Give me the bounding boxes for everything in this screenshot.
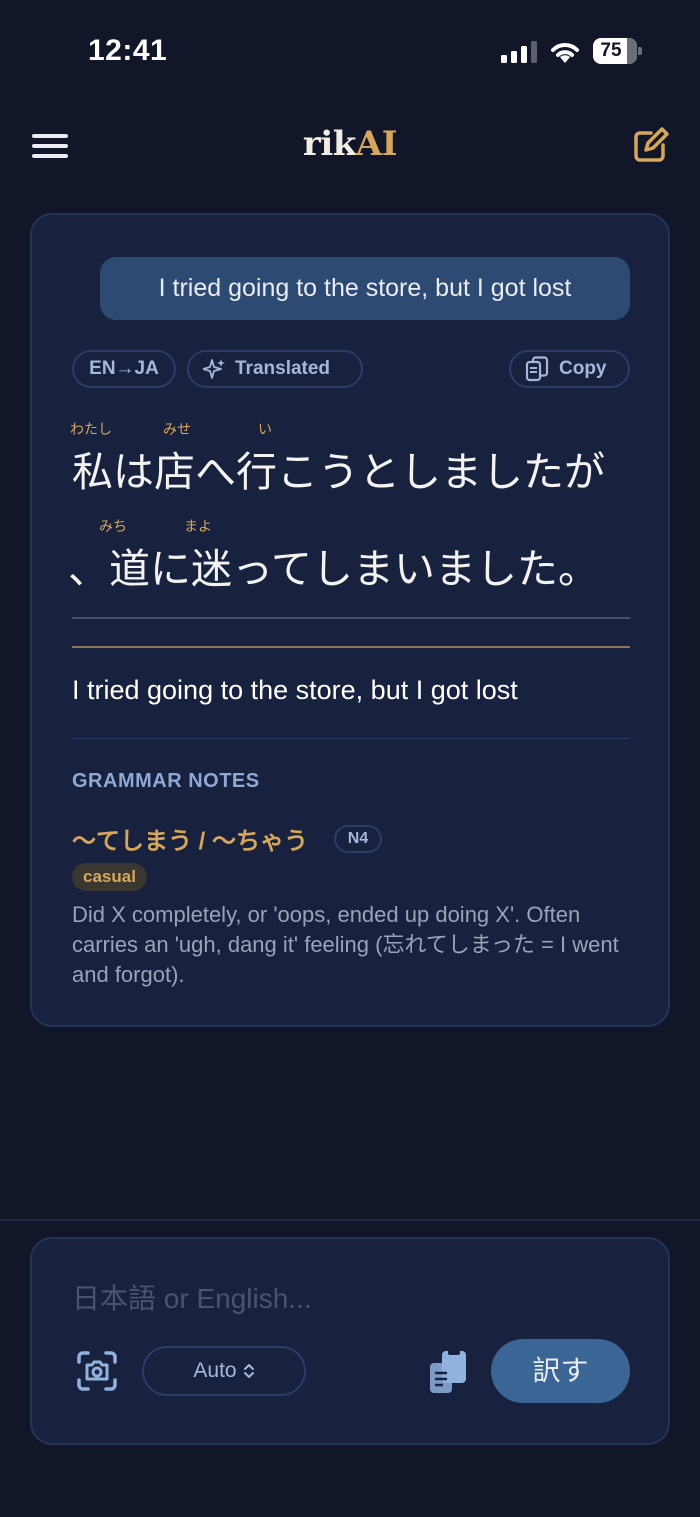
- japanese-translation-line1: 私は店へ行こうとしましたが: [72, 448, 605, 496]
- copy-button[interactable]: Copy: [509, 350, 630, 388]
- furigana-michi: みち: [99, 519, 127, 535]
- language-direction-chip: EN→JA: [72, 350, 176, 388]
- furigana-mayo: まよ: [184, 519, 212, 535]
- wifi-icon: [551, 43, 579, 63]
- furigana-i: い: [258, 422, 272, 438]
- compose-edit-icon[interactable]: [630, 124, 672, 166]
- top-nav: rikAI: [0, 110, 700, 182]
- logo-text-ai: AI: [355, 124, 398, 164]
- japanese-translation-line2: 、道に迷ってしまいました。: [68, 545, 599, 593]
- translated-status-label: Translated: [235, 358, 331, 379]
- translation-card: I tried going to the store, but I got lo…: [30, 213, 670, 1027]
- battery-level: 75: [600, 40, 622, 61]
- divider: [72, 738, 630, 739]
- copy-label: Copy: [559, 358, 607, 379]
- translated-status-chip: Translated: [187, 350, 363, 388]
- furigana-watashi: わたし: [70, 422, 112, 438]
- translation-input[interactable]: [72, 1277, 632, 1321]
- grammar-point-description: Did X completely, or 'oops, ended up doi…: [72, 902, 619, 987]
- camera-scan-icon[interactable]: [76, 1350, 118, 1392]
- logo-text-rik: rik: [302, 124, 356, 164]
- grammar-notes-heading: GRAMMAR NOTES: [72, 770, 260, 792]
- chevron-updown-icon: [243, 1364, 254, 1379]
- divider: [0, 1219, 700, 1221]
- battery-icon: 75: [593, 38, 643, 64]
- divider: [72, 617, 630, 619]
- furigana-mise: みせ: [163, 422, 191, 438]
- divider-accent: [72, 646, 630, 648]
- status-time: 12:41: [88, 34, 168, 67]
- english-back-translation: I tried going to the store, but I got lo…: [72, 675, 518, 705]
- cellular-signal-icon: [501, 41, 537, 63]
- register-badge: casual: [72, 863, 147, 891]
- language-direction-label: EN→JA: [89, 358, 159, 379]
- app-logo: rikAI: [0, 124, 700, 164]
- screen: 12:41 75 rikAI I tried going to the stor…: [0, 0, 700, 1517]
- jlpt-level-badge: N4: [334, 825, 382, 853]
- copy-icon: [525, 356, 549, 382]
- translate-button[interactable]: 訳す: [491, 1339, 630, 1403]
- language-mode-select[interactable]: Auto: [142, 1346, 306, 1396]
- grammar-point-title: 〜てしまう / 〜ちゃう: [72, 828, 309, 855]
- input-panel: Auto 訳す: [30, 1237, 670, 1445]
- language-mode-value: Auto: [193, 1359, 237, 1382]
- user-message-bubble: I tried going to the store, but I got lo…: [100, 257, 630, 320]
- sparkle-icon: [203, 359, 225, 379]
- paste-clipboard-icon[interactable]: [428, 1349, 468, 1395]
- status-bar: 12:41 75: [0, 0, 700, 100]
